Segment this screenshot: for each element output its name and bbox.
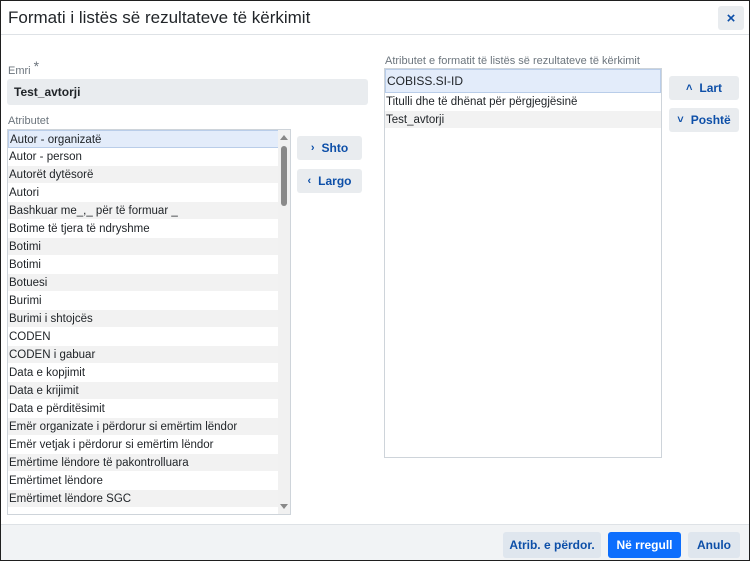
- dialog-footer: Atrib. e përdor. Në rregull Anulo: [1, 524, 749, 560]
- attribute-list-item[interactable]: Botime të tjera të ndryshme: [8, 220, 290, 238]
- add-button-label: Shto: [321, 141, 349, 155]
- scroll-thumb[interactable]: [281, 146, 287, 206]
- chevron-right-icon: ›: [310, 142, 315, 154]
- move-down-button[interactable]: ˅ Poshtë: [669, 108, 739, 132]
- attributes-listbox[interactable]: Autor - organizatë Autor - person Autorët …: [7, 129, 291, 515]
- close-icon: ×: [726, 9, 736, 27]
- attribute-list-item[interactable]: Botimi: [8, 256, 290, 274]
- format-attribute-list-item[interactable]: Titulli dhe të dhënat për përgjegjësinë: [385, 93, 661, 111]
- attribute-list-item[interactable]: CODEN i gabuar: [8, 346, 290, 364]
- format-attribute-list-item[interactable]: Test_avtorji: [385, 111, 661, 129]
- attribute-list-item[interactable]: Emërtimet lëndore SGC: [8, 490, 290, 508]
- format-attributes-label: Atributet e formatit të listës së rezult…: [385, 55, 640, 67]
- attribute-list-item[interactable]: Data e përditësimit: [8, 400, 290, 418]
- user-attributes-button[interactable]: Atrib. e përdor.: [503, 532, 601, 558]
- chevron-left-icon: ‹: [307, 175, 312, 187]
- name-field[interactable]: Test_avtorji: [7, 79, 368, 105]
- attribute-list-item[interactable]: Burimi i shtojcës: [8, 310, 290, 328]
- format-attributes-list: COBISS.SI-ID Titulli dhe të dhënat për pë…: [385, 69, 661, 129]
- attribute-list-item[interactable]: CODEN: [8, 328, 290, 346]
- chevron-down-icon: ˅: [677, 114, 684, 126]
- add-button[interactable]: › Shto: [297, 136, 362, 160]
- attribute-list-item[interactable]: Botuesi: [8, 274, 290, 292]
- attribute-list-item[interactable]: Autor - person: [8, 148, 290, 166]
- attributes-label: Atributet: [8, 115, 49, 127]
- attribute-list-item[interactable]: Autori: [8, 184, 290, 202]
- attribute-list-item[interactable]: Autor - organizatë: [8, 130, 290, 148]
- attribute-list-item[interactable]: Emër vetjak i përdorur si emërtim lëndor: [8, 436, 290, 454]
- attribute-list-item[interactable]: Burimi: [8, 292, 290, 310]
- remove-button[interactable]: ‹ Largo: [297, 169, 362, 193]
- format-attributes-listbox[interactable]: COBISS.SI-ID Titulli dhe të dhënat për pë…: [384, 68, 662, 458]
- move-down-label: Poshtë: [690, 113, 731, 127]
- search-result-format-dialog: Formati i listës së rezultateve të kërki…: [0, 0, 750, 561]
- attributes-list: Autor - organizatë Autor - person Autorët …: [8, 130, 290, 508]
- scroll-up-icon[interactable]: [280, 135, 288, 140]
- attribute-list-item[interactable]: Emër organizate i përdorur si emërtim lë…: [8, 418, 290, 436]
- move-up-label: Lart: [699, 81, 723, 95]
- attribute-list-item[interactable]: Autorët dytësorë: [8, 166, 290, 184]
- attribute-list-item[interactable]: Data e krijimit: [8, 382, 290, 400]
- name-label: Emri *: [8, 58, 40, 77]
- cancel-button[interactable]: Anulo: [688, 532, 740, 558]
- ok-button[interactable]: Në rregull: [608, 532, 681, 558]
- format-attribute-list-item[interactable]: COBISS.SI-ID: [385, 69, 661, 93]
- attributes-scrollbar[interactable]: [278, 130, 290, 514]
- required-mark: *: [33, 58, 40, 74]
- dialog-title: Formati i listës së rezultateve të kërki…: [8, 8, 311, 27]
- scroll-down-icon[interactable]: [280, 504, 288, 509]
- remove-button-label: Largo: [318, 174, 352, 188]
- chevron-up-icon: ˄: [685, 82, 693, 94]
- attribute-list-item[interactable]: Emërtimet lëndore: [8, 472, 290, 490]
- move-up-button[interactable]: ˄ Lart: [669, 76, 739, 100]
- attribute-list-item[interactable]: Botimi: [8, 238, 290, 256]
- close-button[interactable]: ×: [718, 6, 744, 30]
- attribute-list-item[interactable]: Data e kopjimit: [8, 364, 290, 382]
- attribute-list-item[interactable]: Bashkuar me_,_ për të formuar _: [8, 202, 290, 220]
- name-label-text: Emri: [8, 65, 31, 77]
- attribute-list-item[interactable]: Emërtime lëndore të pakontrolluara: [8, 454, 290, 472]
- dialog-header: Formati i listës së rezultateve të kërki…: [1, 1, 749, 35]
